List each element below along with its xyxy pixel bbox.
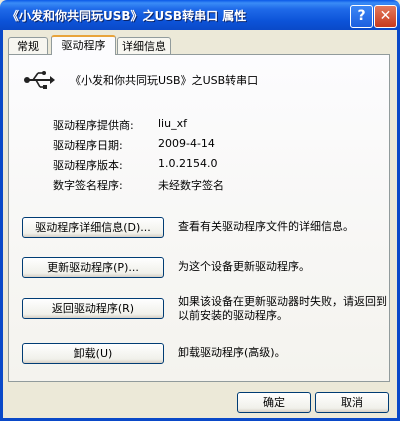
window-title: 《小发和你共同玩USB》之USB转串口 属性 <box>7 9 247 23</box>
usb-icon <box>24 71 55 89</box>
tab-general[interactable]: 常规 <box>8 37 48 54</box>
close-button[interactable]: ✕ <box>374 5 397 28</box>
cancel-button[interactable]: 取消 <box>315 392 389 413</box>
uninstall-button[interactable]: 卸载(U) <box>22 343 164 364</box>
tab-details[interactable]: 详细信息 <box>117 37 171 54</box>
update-driver-desc: 为这个设备更新驱动程序。 <box>178 260 310 273</box>
driver-provider-value: liu_xf <box>158 117 187 130</box>
driver-details-desc: 查看有关驱动程序文件的详细信息。 <box>178 220 354 233</box>
driver-date-label: 驱动程序日期: <box>53 139 123 152</box>
title-bar: 《小发和你共同玩USB》之USB转串口 属性 ? ✕ <box>0 0 400 30</box>
digital-signer-label: 数字签名程序: <box>53 179 123 192</box>
driver-details-button[interactable]: 驱动程序详细信息(D)... <box>22 217 164 238</box>
ok-button[interactable]: 确定 <box>237 392 311 413</box>
driver-date-value: 2009-4-14 <box>158 137 215 150</box>
driver-provider-label: 驱动程序提供商: <box>53 119 134 132</box>
driver-version-label: 驱动程序版本: <box>53 159 123 172</box>
device-name: 《小发和你共同玩USB》之USB转串口 <box>70 74 259 87</box>
roll-back-driver-desc: 如果该设备在更新驱动器时失败，请返回到以前安装的驱动程序。 <box>178 295 387 322</box>
update-driver-button[interactable]: 更新驱动程序(P)... <box>22 257 164 278</box>
driver-version-value: 1.0.2154.0 <box>158 157 218 170</box>
uninstall-desc: 卸载驱动程序(高级)。 <box>178 346 286 359</box>
help-button[interactable]: ? <box>350 5 373 28</box>
roll-back-driver-button[interactable]: 返回驱动程序(R) <box>22 298 164 319</box>
tab-driver[interactable]: 驱动程序 <box>51 35 116 55</box>
digital-signer-value: 未经数字签名 <box>158 179 224 192</box>
